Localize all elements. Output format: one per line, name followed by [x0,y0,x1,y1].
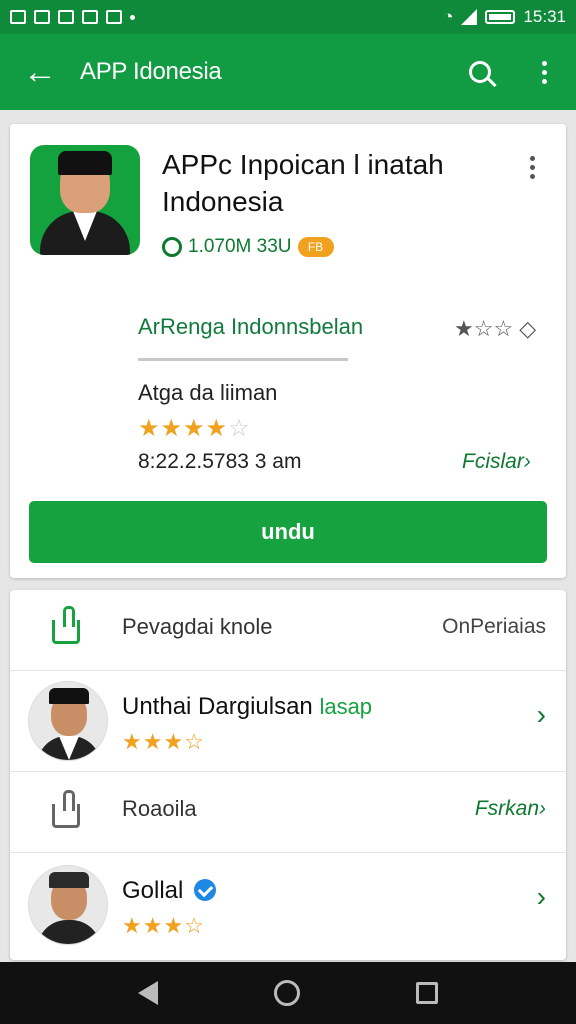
divider [138,358,348,361]
install-button[interactable]: undu [29,501,547,563]
more-notifications-icon [130,14,135,20]
overflow-menu-button[interactable] [512,34,576,110]
avatar [28,681,108,761]
card-more-icon[interactable] [530,156,535,179]
download-count: 1.070M 33U [188,236,292,257]
nav-recents-icon[interactable] [416,982,438,1004]
list-item-share[interactable]: Pevagdai knole OnPeriaias [10,590,566,670]
info-list-card: Pevagdai knole OnPeriaias Unthai Dargiul… [10,590,566,960]
review-stars: ★★★☆ [122,729,205,754]
rating-title: Atga da liiman [138,380,278,405]
reviewer-name-text: Unthai Dargiulsan [122,693,313,720]
list-item-follow[interactable]: Roaoila Fsrkan› [10,772,566,852]
system-status: ◔ 15:31 [443,7,566,27]
share-icon [52,790,80,828]
developer-link[interactable]: ArRenga Indonnsbelan [138,314,363,340]
nav-back-icon[interactable] [138,981,158,1005]
app-notification-icon [58,10,74,24]
app-detail-card: APPc Inpoican l inatah Indonesia 1.070M … [10,124,566,578]
reviewer-badge: lasap [319,694,373,719]
message-notification-icon [82,10,98,24]
back-arrow-icon[interactable]: ← [0,34,80,110]
signal-icon [461,9,478,25]
chevron-right-icon: › [536,881,546,912]
image-notification-icon [10,10,26,24]
app-meta: 1.070M 33U FB [162,236,334,258]
list-item-review-1[interactable]: Unthai Dargiulsan lasap ★★★☆ › [10,671,566,771]
see-more-link[interactable]: Fcislar› [462,450,531,474]
share-label: Pevagdai knole [122,614,273,639]
share-icon [52,606,80,644]
reviewer-name: Gollal [122,877,217,905]
notification-icons [10,10,135,24]
search-icon [469,61,491,83]
coin-badge: FB [297,237,334,257]
gallery-notification-icon [34,10,50,24]
battery-icon [485,10,516,24]
share-value: OnPeriaias [442,615,546,638]
empty-star: ☆ [228,415,251,442]
filled-stars: ★★★★ [138,415,229,442]
status-bar: ◔ 15:31 [0,0,576,34]
reviewer-name-text: Gollal [122,877,184,904]
clock: 15:31 [523,7,566,26]
app-icon [30,145,140,255]
developer-rating-icons: ★☆☆ ◇ [454,316,537,341]
rating-stars: ★★★★☆ [138,414,251,443]
system-nav-bar [0,962,576,1024]
app-title: APPc Inpoican l inatah Indonesia [162,149,444,217]
mail-notification-icon [106,10,122,24]
page-title: APP Idonesia [80,58,222,85]
search-button[interactable] [448,34,512,110]
verified-badge-icon [194,879,217,901]
follow-label: Roaoila [122,796,197,821]
app-bar: ← APP Idonesia [0,34,576,110]
wifi-icon: ◔ [443,7,454,26]
list-item-review-2[interactable]: Gollal ★★★☆ › [10,853,566,953]
chevron-right-icon: › [536,699,546,730]
verified-shield-icon [162,237,182,257]
avatar [28,865,108,945]
more-vert-icon [541,60,547,84]
follow-link[interactable]: Fsrkan› [475,797,546,821]
nav-home-icon[interactable] [274,980,300,1006]
review-stars: ★★★☆ [122,913,205,938]
update-date: 8:22.2.5783 3 am [138,450,302,473]
reviewer-name: Unthai Dargiulsan lasap [122,693,372,721]
